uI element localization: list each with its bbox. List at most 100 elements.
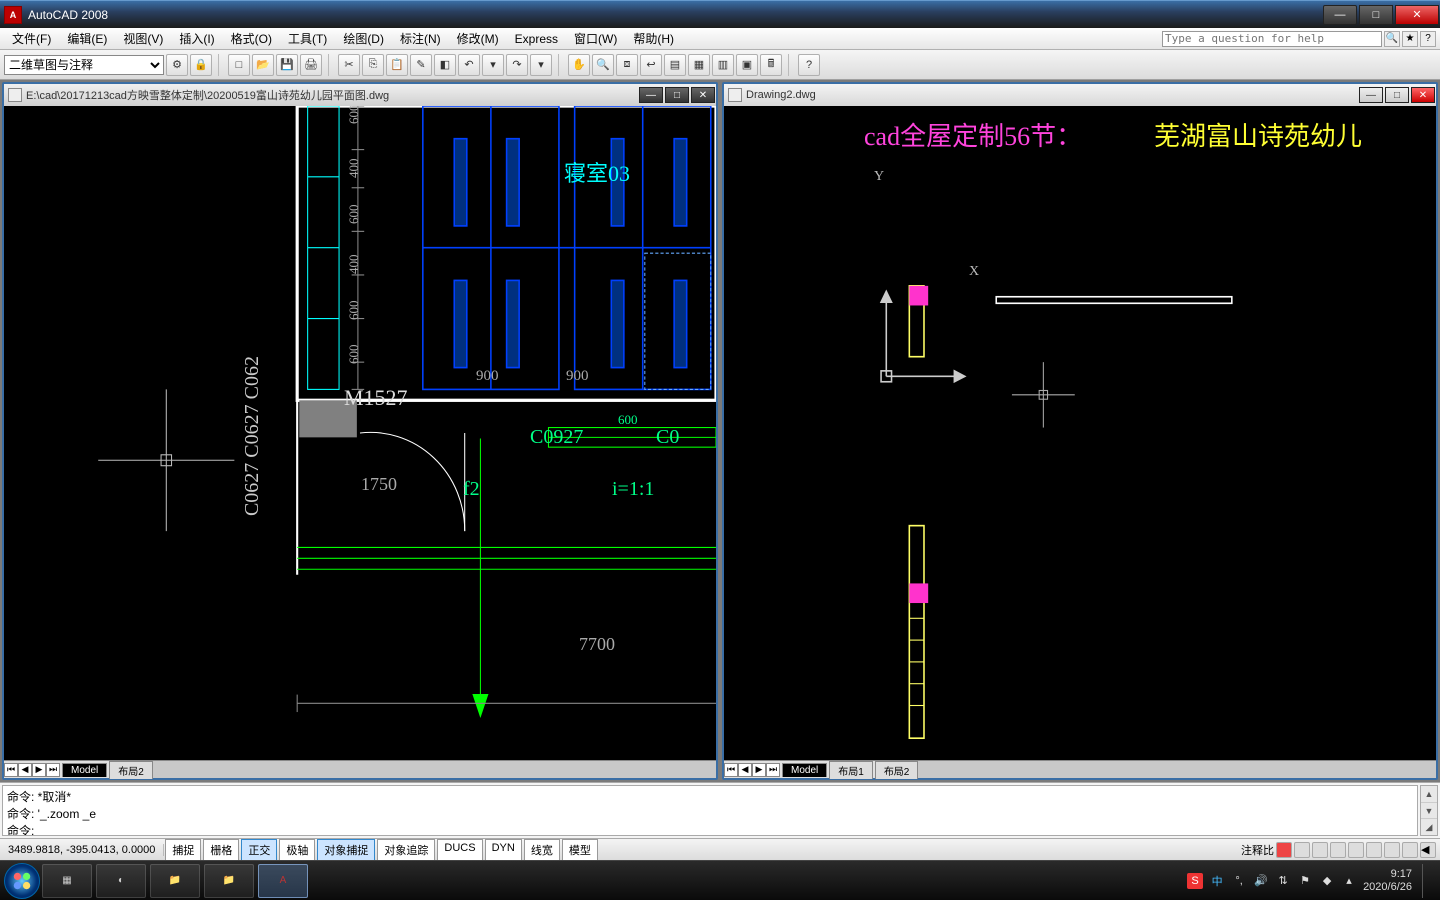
tray-expand-icon[interactable]: ▴ [1341, 873, 1357, 889]
status-icon-7[interactable] [1384, 842, 1400, 858]
command-scrollbar[interactable]: ▲▼◢ [1420, 785, 1438, 836]
calc-button[interactable]: 🖩 [760, 54, 782, 76]
child-left-min-button[interactable]: — [639, 87, 663, 103]
menu-format[interactable]: 格式(O) [223, 28, 280, 49]
pan-button[interactable]: ✋ [568, 54, 590, 76]
close-button[interactable]: ✕ [1395, 5, 1439, 25]
status-tray-expand-icon[interactable]: ◀ [1420, 842, 1436, 858]
status-toggle-DUCS[interactable]: DUCS [437, 839, 482, 861]
status-toggle-对象追踪[interactable]: 对象追踪 [377, 839, 435, 861]
right-tab-model[interactable]: Model [782, 763, 827, 777]
new-button[interactable]: □ [228, 54, 250, 76]
help-button[interactable]: ? [798, 54, 820, 76]
taskbar-explorer[interactable]: 📁 [150, 864, 200, 898]
child-left-titlebar[interactable]: E:\cad\20171213cad方映雪整体定制\20200519富山诗苑幼儿… [4, 84, 716, 106]
menu-tools[interactable]: 工具(T) [280, 28, 335, 49]
right-tab-nav[interactable]: ⏮◀▶⏭ [724, 763, 780, 777]
status-icon-8[interactable] [1402, 842, 1418, 858]
status-icon-2[interactable] [1294, 842, 1310, 858]
infocenter-star-icon[interactable]: ★ [1402, 31, 1418, 47]
child-right-titlebar[interactable]: Drawing2.dwg — □ ✕ [724, 84, 1436, 106]
tray-extra-icon[interactable]: ◆ [1319, 873, 1335, 889]
taskbar-pinned-1[interactable]: ▦ [42, 864, 92, 898]
right-drawing-canvas[interactable]: X Y cad全屋定制56节： 芜湖富山诗苑幼儿 [724, 106, 1436, 760]
zoom-button[interactable]: 🔍 [592, 54, 614, 76]
designcenter-button[interactable]: ▦ [688, 54, 710, 76]
minimize-button[interactable]: — [1323, 5, 1357, 25]
workspace-settings-button[interactable]: ⚙ [166, 54, 188, 76]
zoom-window-button[interactable]: ⧈ [616, 54, 638, 76]
status-toggle-线宽[interactable]: 线宽 [524, 839, 560, 861]
menu-draw[interactable]: 绘图(D) [335, 28, 392, 49]
child-right-min-button[interactable]: — [1359, 87, 1383, 103]
menu-help[interactable]: 帮助(H) [625, 28, 682, 49]
menu-view[interactable]: 视图(V) [115, 28, 171, 49]
infocenter-help-icon[interactable]: ? [1420, 31, 1436, 47]
workspace-dropdown[interactable]: 二维草图与注释 [4, 55, 164, 75]
redo-dropdown[interactable]: ▾ [530, 54, 552, 76]
left-tab-layout2[interactable]: 布局2 [109, 761, 153, 779]
status-toggle-栅格[interactable]: 栅格 [203, 839, 239, 861]
taskbar-app-2[interactable]: 📁 [204, 864, 254, 898]
workspace-lock-button[interactable]: 🔒 [190, 54, 212, 76]
menu-modify[interactable]: 修改(M) [449, 28, 507, 49]
child-left-close-button[interactable]: ✕ [691, 87, 715, 103]
right-tab-layout2[interactable]: 布局2 [875, 761, 919, 779]
cmd-prompt[interactable]: 命令: [7, 822, 1413, 836]
status-toggle-捕捉[interactable]: 捕捉 [165, 839, 201, 861]
tray-flag-icon[interactable]: ⚑ [1297, 873, 1313, 889]
status-toggle-正交[interactable]: 正交 [241, 839, 277, 861]
command-history[interactable]: 命令: *取消* 命令: '_.zoom _e 命令: [2, 785, 1418, 836]
status-toggle-DYN[interactable]: DYN [485, 839, 522, 861]
status-toggle-极轴[interactable]: 极轴 [279, 839, 315, 861]
zoom-previous-button[interactable]: ↩ [640, 54, 662, 76]
menu-dimension[interactable]: 标注(N) [392, 28, 449, 49]
redo-button[interactable]: ↷ [506, 54, 528, 76]
status-icon-5[interactable] [1348, 842, 1364, 858]
menu-file[interactable]: 文件(F) [4, 28, 59, 49]
menu-insert[interactable]: 插入(I) [171, 28, 222, 49]
menu-window[interactable]: 窗口(W) [566, 28, 625, 49]
show-desktop-button[interactable] [1422, 864, 1430, 898]
eraser-button[interactable]: ◧ [434, 54, 456, 76]
help-search-input[interactable] [1162, 31, 1382, 47]
status-toggle-对象捕捉[interactable]: 对象捕捉 [317, 839, 375, 861]
copy-button[interactable]: ⎘ [362, 54, 384, 76]
status-icon-4[interactable] [1330, 842, 1346, 858]
save-button[interactable]: 💾 [276, 54, 298, 76]
start-button[interactable] [4, 863, 40, 899]
status-icon-1[interactable] [1276, 842, 1292, 858]
sheetset-button[interactable]: ▣ [736, 54, 758, 76]
undo-button[interactable]: ↶ [458, 54, 480, 76]
taskbar-pinned-2[interactable]: ◐ [96, 864, 146, 898]
tray-sound-icon[interactable]: 🔊 [1253, 873, 1269, 889]
infocenter-search-icon[interactable]: 🔍 [1384, 31, 1400, 47]
taskbar-clock[interactable]: 9:17 2020/6/26 [1363, 868, 1412, 894]
properties-button[interactable]: ▤ [664, 54, 686, 76]
undo-dropdown[interactable]: ▾ [482, 54, 504, 76]
child-right-max-button[interactable]: □ [1385, 87, 1409, 103]
menu-express[interactable]: Express [507, 30, 566, 48]
matchprop-button[interactable]: ✎ [410, 54, 432, 76]
left-drawing-canvas[interactable]: 寝室03 M1527 C0927 C0 i=1:1 C0627 C0627 C0… [4, 106, 716, 760]
menu-edit[interactable]: 编辑(E) [59, 28, 115, 49]
maximize-button[interactable]: □ [1359, 5, 1393, 25]
status-icon-3[interactable] [1312, 842, 1328, 858]
cut-button[interactable]: ✂ [338, 54, 360, 76]
open-button[interactable]: 📂 [252, 54, 274, 76]
tray-punct-icon[interactable]: °, [1231, 873, 1247, 889]
left-tab-nav[interactable]: ⏮◀▶⏭ [4, 763, 60, 777]
right-tab-layout1[interactable]: 布局1 [829, 761, 873, 779]
print-button[interactable]: 🖨 [300, 54, 322, 76]
child-right-close-button[interactable]: ✕ [1411, 87, 1435, 103]
toolpalettes-button[interactable]: ▥ [712, 54, 734, 76]
tray-ime-icon[interactable]: S [1187, 873, 1203, 889]
status-toggle-模型[interactable]: 模型 [562, 839, 598, 861]
taskbar-autocad[interactable]: A [258, 864, 308, 898]
tray-ime-lang[interactable]: 中 [1209, 873, 1225, 889]
left-tab-model[interactable]: Model [62, 763, 107, 777]
status-icon-6[interactable] [1366, 842, 1382, 858]
paste-button[interactable]: 📋 [386, 54, 408, 76]
child-left-max-button[interactable]: □ [665, 87, 689, 103]
tray-network-icon[interactable]: ⇅ [1275, 873, 1291, 889]
